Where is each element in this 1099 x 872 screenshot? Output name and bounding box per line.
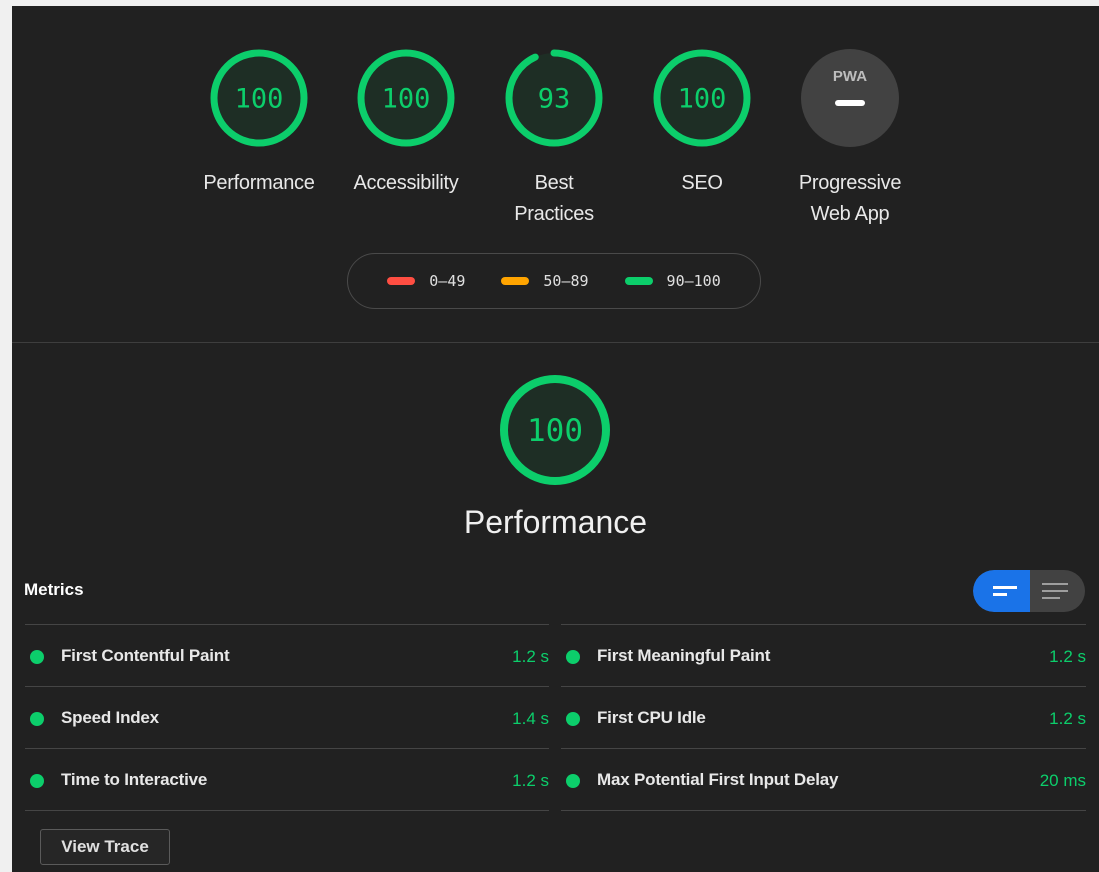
legend-range: 0–49 <box>429 272 466 290</box>
score-ring: 100 <box>500 375 610 485</box>
metric-name: Max Potential First Input Delay <box>597 770 839 789</box>
performance-gauge: 100 <box>497 372 613 493</box>
metric-value: 1.2 s <box>512 647 549 666</box>
gauge-label: Progressive Web App <box>798 172 902 225</box>
legend-swatch <box>387 277 416 285</box>
metric-row: Time to Interactive 1.2 s <box>25 748 549 811</box>
metrics-view-toggle[interactable] <box>973 570 1085 612</box>
gauge-seo[interactable]: 100 SEO <box>637 46 767 199</box>
legend-fail: 0–49 <box>387 272 465 290</box>
compact-view-button[interactable] <box>973 570 1030 612</box>
score-ring: 100 <box>210 49 308 147</box>
metric-row: First CPU Idle 1.2 s <box>561 686 1086 748</box>
score-value: 100 <box>527 413 583 449</box>
metric-row: First Contentful Paint 1.2 s <box>25 624 549 686</box>
metric-row: Speed Index 1.4 s <box>25 686 549 748</box>
metric-value: 1.2 s <box>1049 709 1086 728</box>
legend-range: 90–100 <box>666 272 721 290</box>
pass-dot-icon <box>566 774 580 788</box>
pass-dot-icon <box>30 774 44 788</box>
gauge-label: Accessibility <box>353 172 459 194</box>
metrics-column-left: First Contentful Paint 1.2 s Speed Index… <box>25 624 549 811</box>
metrics-column-right: First Meaningful Paint 1.2 s First CPU I… <box>561 624 1086 811</box>
pass-dot-icon <box>566 650 580 664</box>
metric-value: 1.2 s <box>512 771 549 790</box>
short-lines-icon <box>993 586 1017 596</box>
score-value: 100 <box>235 84 284 115</box>
pass-dot-icon <box>30 650 44 664</box>
category-scores: 100 Performance 100 Accessibility 93 Bes… <box>12 6 1099 346</box>
metric-name: First Contentful Paint <box>61 646 230 665</box>
legend-pass: 90–100 <box>624 272 721 290</box>
long-lines-icon <box>1042 583 1068 599</box>
metric-name: Speed Index <box>61 708 159 727</box>
metric-name: First CPU Idle <box>597 708 706 727</box>
lighthouse-report-panel: 100 Performance 100 Accessibility 93 Bes… <box>12 6 1099 872</box>
score-ring: 100 <box>653 49 751 147</box>
view-trace-button[interactable]: View Trace <box>40 829 170 865</box>
section-title: Performance <box>463 504 648 540</box>
gauge-pwa[interactable]: PWA Progressive Web App <box>785 46 915 230</box>
legend-average: 50–89 <box>501 272 589 290</box>
legend-swatch <box>501 277 530 285</box>
pass-dot-icon <box>30 712 44 726</box>
metric-value: 1.2 s <box>1049 647 1086 666</box>
metric-value: 1.4 s <box>512 709 549 728</box>
score-ring: 93 <box>505 49 603 147</box>
metric-row: Max Potential First Input Delay 20 ms <box>561 748 1086 811</box>
expanded-view-button[interactable] <box>1030 570 1085 612</box>
gauge-label: SEO <box>681 172 723 194</box>
metric-name: First Meaningful Paint <box>597 646 771 665</box>
pwa-badge-text: PWA <box>833 68 867 85</box>
dash-icon <box>835 100 865 106</box>
metric-row: First Meaningful Paint 1.2 s <box>561 624 1086 686</box>
score-ring: 100 <box>357 49 455 147</box>
score-scale-legend: 0–49 50–89 90–100 <box>347 253 761 309</box>
score-value: 100 <box>678 84 727 115</box>
metric-value: 20 ms <box>1039 771 1086 790</box>
pwa-badge: PWA <box>801 49 899 147</box>
score-value: 100 <box>382 84 431 115</box>
section-divider <box>12 342 1099 343</box>
metric-name: Time to Interactive <box>61 770 208 789</box>
legend-range: 50–89 <box>543 272 589 290</box>
gauge-label: Best Practices <box>514 172 594 225</box>
pass-dot-icon <box>566 712 580 726</box>
score-value: 93 <box>538 84 571 115</box>
gauge-performance[interactable]: 100 Performance <box>194 46 324 199</box>
legend-swatch <box>624 277 653 285</box>
gauge-accessibility[interactable]: 100 Accessibility <box>341 46 471 199</box>
metrics-heading: Metrics <box>24 580 84 599</box>
gauge-best-practices[interactable]: 93 Best Practices <box>489 46 619 230</box>
gauge-label: Performance <box>203 172 315 194</box>
